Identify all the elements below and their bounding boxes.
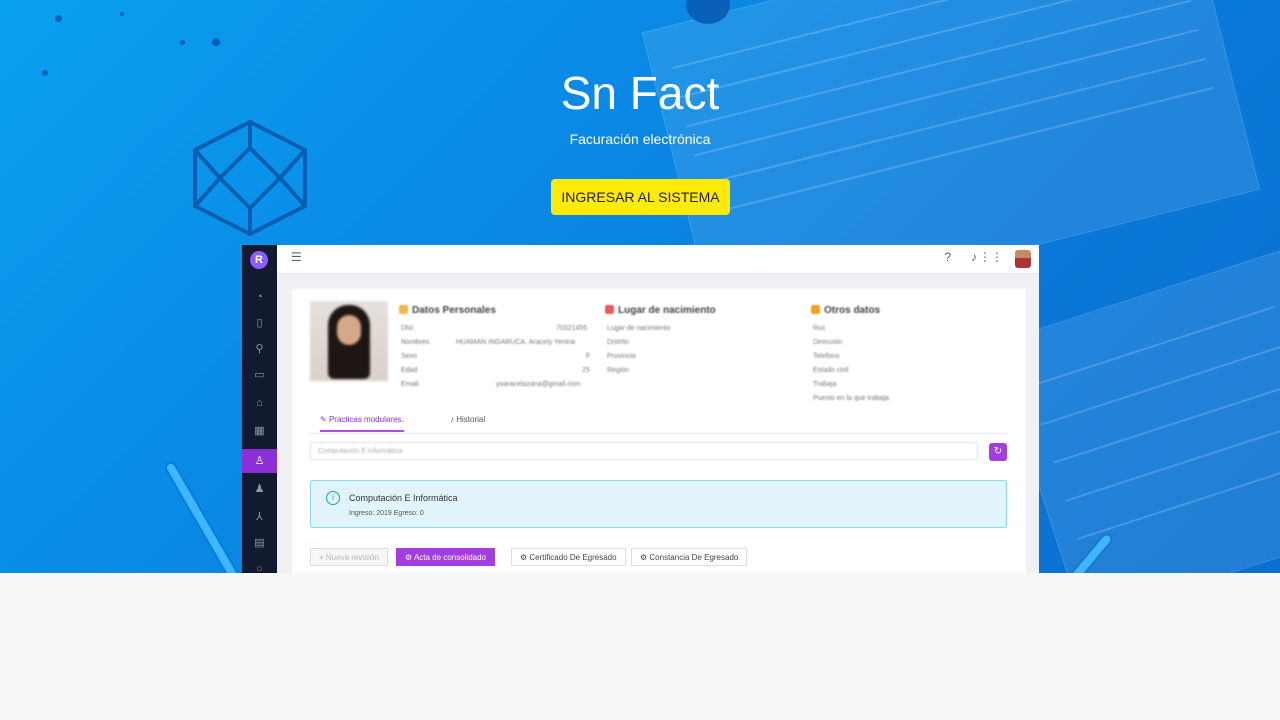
consolidated-button: ⚙ Acta de consolidado (396, 548, 496, 566)
career-alert: i Computación E Informática Ingreso: 201… (310, 480, 1007, 528)
users-icon: ♟ (254, 483, 265, 495)
document-icon: ▯ (256, 317, 263, 329)
app-subtitle: Facuración electrónica (569, 131, 711, 147)
preview-tabs: ✎ Practicas modulares. ♪ Historial (310, 411, 1008, 434)
refresh-icon: ↻ (989, 443, 1007, 461)
preview-sidebar: R ◔ ▯ ⚲ ▭ ⌂ ▦ ♙ ♟ ⅄ ▤ ○ (242, 245, 277, 573)
alert-detail: Ingreso: 2019 Egreso: 0 (349, 510, 424, 517)
ink-dot (180, 40, 185, 45)
gear-icon: ⚙ (405, 553, 414, 562)
bell-icon: ♪ (971, 250, 977, 264)
alert-title: Computación E Informática (349, 493, 458, 503)
avatar (1015, 250, 1031, 268)
student-photo (310, 301, 388, 381)
report-icon: ▤ (254, 537, 265, 549)
apps-grid-icon: ⋮⋮ (979, 250, 1003, 264)
user-icon: ♙ (242, 449, 277, 473)
search-icon: ⚲ (255, 343, 264, 355)
ink-dot (120, 12, 124, 16)
preview-topbar: ☰ ? ♪ ⋮⋮ (277, 245, 1039, 274)
certificate-button: ⚙ Certificado De Egresado (511, 548, 626, 566)
career-select: Computación E Informática (310, 442, 978, 460)
pencil-decoration (165, 462, 243, 573)
dashboard-icon: ◔ (256, 291, 263, 303)
student-card: Datos Personales DNI 70321455 Nombres HU… (292, 289, 1026, 573)
circle-icon: ○ (256, 563, 263, 573)
constancy-button: ⚙ Constancia De Egresado (631, 548, 748, 566)
network-icon: ⅄ (256, 511, 263, 523)
help-icon: ? (944, 250, 951, 264)
gear-icon: ⚙ (640, 553, 650, 562)
tab-historial: ♪ Historial (450, 415, 486, 424)
tab-practicas-modulares: ✎ Practicas modulares. (320, 415, 404, 432)
app-logo-icon: R (250, 251, 268, 269)
hero-section: Sn Fact Facuración electrónica INGRESAR … (0, 0, 1280, 573)
login-button[interactable]: INGRESAR AL SISTEMA (551, 179, 730, 215)
app-preview-screenshot: R ◔ ▯ ⚲ ▭ ⌂ ▦ ♙ ♟ ⅄ ▤ ○ ☰ ? ♪ ⋮⋮ Datos P… (242, 245, 1039, 573)
menu-toggle-icon: ☰ (291, 250, 302, 264)
edit-icon: ✎ (320, 415, 329, 424)
ink-dot (55, 15, 62, 22)
new-review-button: + Nueva revisión (310, 548, 388, 566)
plus-icon: + (319, 553, 326, 562)
building-icon: ▦ (254, 425, 265, 437)
app-title: Sn Fact (560, 67, 720, 119)
gear-icon: ⚙ (520, 553, 530, 562)
info-icon: i (326, 491, 340, 505)
ink-dot (212, 38, 220, 46)
bank-icon: ⌂ (256, 397, 263, 409)
folder-icon: ▭ (254, 369, 265, 381)
